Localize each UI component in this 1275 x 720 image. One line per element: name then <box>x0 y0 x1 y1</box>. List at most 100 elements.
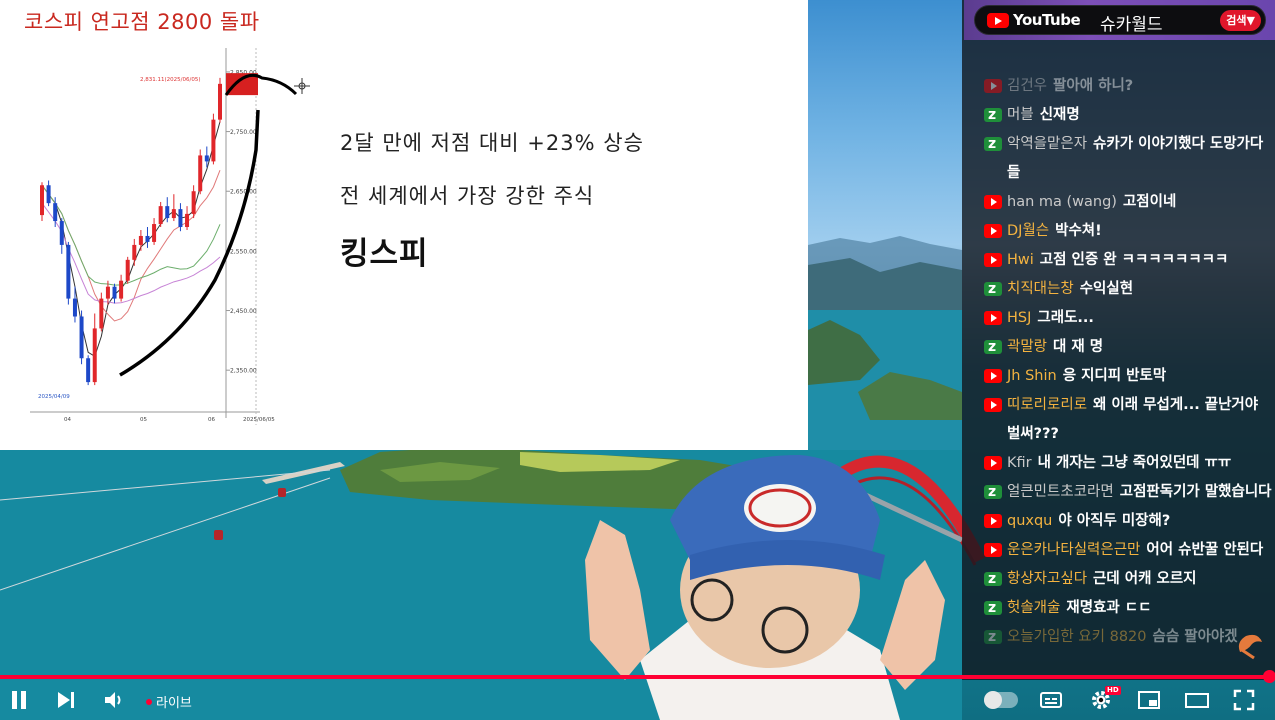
hd-badge: HD <box>1105 686 1121 695</box>
live-chat-panel[interactable]: YouTube 슈카월드 검색▼ 김건우팔아애 하니?머블신재명악역을맡은자슈카… <box>962 0 1275 680</box>
youtube-badge-icon <box>984 253 1002 267</box>
chat-text: 야 아직두 미장해? <box>1058 513 1171 529</box>
slide-text-line-2: 전 세계에서 가장 강한 주식 <box>340 184 595 208</box>
live-label[interactable]: 라이브 <box>156 692 192 711</box>
subtitles-button[interactable] <box>1040 689 1062 711</box>
chat-message[interactable]: 곽말랑 대 재 명 <box>982 333 1272 362</box>
candle-body <box>86 358 91 383</box>
chat-author[interactable]: 얼큰민트초코라면 <box>1007 484 1114 500</box>
candle-body <box>53 203 58 222</box>
chat-author[interactable]: han ma (wang) <box>1007 194 1117 210</box>
youtube-badge-icon <box>984 543 1002 557</box>
candle-body <box>218 83 222 120</box>
chat-text: 대 재 명 <box>1053 339 1104 355</box>
chat-author[interactable]: Hwi <box>1007 252 1034 268</box>
candle-body <box>211 119 216 162</box>
chat-author[interactable]: 곽말랑 <box>1007 339 1047 355</box>
chat-text: 내 개자는 그냥 죽어있던데 ㅠㅠ <box>1037 455 1232 471</box>
chat-message[interactable]: HSJ 그래도... <box>982 304 1272 333</box>
candle-body <box>92 328 97 383</box>
youtube-badge-icon <box>984 456 1002 470</box>
chat-message[interactable]: 김건우 팔아애 하니? <box>982 72 1272 101</box>
chat-author[interactable]: 머블 <box>1007 107 1034 123</box>
chat-message-list[interactable]: 김건우팔아애 하니?머블신재명악역을맡은자슈카가 이야기했다 도망가다들han … <box>982 72 1272 652</box>
shrimp-icon <box>1238 634 1262 660</box>
candle-body <box>66 244 71 299</box>
chat-message[interactable]: 헛솔개술 재명효과 ㄷㄷ <box>982 594 1272 623</box>
chat-message[interactable]: 얼큰민트초코라면 고점판독기가 말했습니다 <box>982 478 1272 507</box>
progress-fill <box>0 675 1269 679</box>
next-button[interactable] <box>55 689 77 711</box>
slide-headline: 킹스피 <box>340 236 429 272</box>
chat-message[interactable]: 항상자고싶다 근데 어캐 오르지 <box>982 565 1272 594</box>
candle-body <box>105 286 110 299</box>
chat-message[interactable]: 머블 신재명 <box>982 101 1272 130</box>
fullscreen-button[interactable] <box>1233 689 1255 711</box>
time-tick-label: 05 <box>140 417 147 423</box>
youtube-badge-icon <box>984 79 1002 93</box>
chat-message[interactable]: 치직대는창 수익실현 <box>982 275 1272 304</box>
chat-author[interactable]: 악역을맡은자 <box>1007 136 1087 152</box>
time-tick-label: 06 <box>208 417 215 423</box>
high-price-label: 2,831.11(2025/06/05) <box>140 77 200 83</box>
chat-message[interactable]: Hwi 고점 인증 완 ㅋㅋㅋㅋㅋㅋㅋㅋ <box>982 246 1272 275</box>
chat-message[interactable]: 운은카나타실력은근만 어어 슈반꿀 안된다 <box>982 536 1272 565</box>
chat-author[interactable]: 띠로리로리로 <box>1007 397 1087 413</box>
chat-text: 재명효과 ㄷㄷ <box>1066 600 1152 616</box>
candle-body <box>72 298 77 317</box>
chat-message[interactable]: quxqu 야 아직두 미장해? <box>982 507 1272 536</box>
zoom-badge-icon <box>984 478 1002 507</box>
candle-body <box>158 206 163 225</box>
chat-author[interactable]: 김건우 <box>1007 78 1047 94</box>
chat-author[interactable]: quxqu <box>1007 513 1052 529</box>
youtube-logo-icon <box>987 13 1009 28</box>
youtube-wordmark: YouTube <box>1013 11 1081 29</box>
candle-body <box>132 244 137 260</box>
search-button[interactable]: 검색▼ <box>1220 10 1261 31</box>
miniplayer-button[interactable] <box>1138 689 1160 711</box>
progress-bar[interactable] <box>0 670 1275 683</box>
chat-author[interactable]: Jh Shin <box>1007 368 1057 384</box>
pause-button[interactable] <box>8 689 30 711</box>
zoom-badge-icon <box>984 565 1002 594</box>
slide-panel: 코스피 연고점 2800 돌파 2,850.00 2,750.00 2,650.00… <box>0 0 808 450</box>
chat-author[interactable]: 오늘가입한 요키 8820 <box>1007 629 1147 645</box>
theater-icon <box>1185 693 1209 708</box>
chat-author[interactable]: HSJ <box>1007 310 1031 326</box>
channel-name[interactable]: 슈카월드 <box>1100 10 1163 35</box>
chat-message[interactable]: 오늘가입한 요키 8820 슴슴 팔아야겠 <box>982 623 1272 652</box>
candle-body <box>79 316 84 359</box>
chat-header-bar: YouTube 슈카월드 검색▼ <box>974 5 1266 35</box>
candle-body <box>204 155 209 162</box>
chat-text: 근데 어캐 오르지 <box>1093 571 1197 587</box>
candle-body <box>119 280 124 299</box>
live-dot-icon <box>146 699 152 705</box>
chat-text: 그래도... <box>1037 310 1094 326</box>
chat-author[interactable]: Kfir <box>1007 455 1032 471</box>
chat-text: 고점이네 <box>1122 194 1177 210</box>
chat-author[interactable]: 치직대는창 <box>1007 281 1074 297</box>
chat-message[interactable]: Kfir 내 개자는 그냥 죽어있던데 ㅠㅠ <box>982 449 1272 478</box>
miniplayer-icon <box>1138 691 1160 709</box>
chat-message[interactable]: 띠로리로리로 왜 이래 무섭게... 끝난거야 벌써??? <box>982 391 1272 449</box>
chat-message[interactable]: Jh Shin 응 지디피 반토막 <box>982 362 1272 391</box>
kospi-candlestick-chart: 2,850.002,750.002,650.002,550.002,450.00… <box>30 48 310 425</box>
zoom-badge-icon <box>984 130 1002 159</box>
chat-message[interactable]: DJ월슨 박수쳐! <box>982 217 1272 246</box>
volume-button[interactable] <box>102 689 124 711</box>
candle-body <box>152 224 157 242</box>
chat-author[interactable]: DJ월슨 <box>1007 223 1049 239</box>
theater-mode-button[interactable] <box>1185 689 1209 711</box>
zoom-badge-icon <box>984 101 1002 130</box>
chat-author[interactable]: 헛솔개술 <box>1007 600 1060 616</box>
chat-author[interactable]: 항상자고싶다 <box>1007 571 1087 587</box>
chat-author[interactable]: 운은카나타실력은근만 <box>1007 542 1140 558</box>
chat-message[interactable]: 악역을맡은자슈카가 이야기했다 도망가다들 <box>982 130 1272 188</box>
chat-text: 어어 슈반꿀 안된다 <box>1146 542 1264 558</box>
candle-body <box>40 185 44 216</box>
price-tick-label: 2,450.00 <box>230 308 257 315</box>
subtitles-icon <box>1040 692 1062 708</box>
autoplay-toggle[interactable] <box>984 691 1018 709</box>
candle-body <box>59 221 64 245</box>
chat-message[interactable]: han ma (wang) 고점이네 <box>982 188 1272 217</box>
